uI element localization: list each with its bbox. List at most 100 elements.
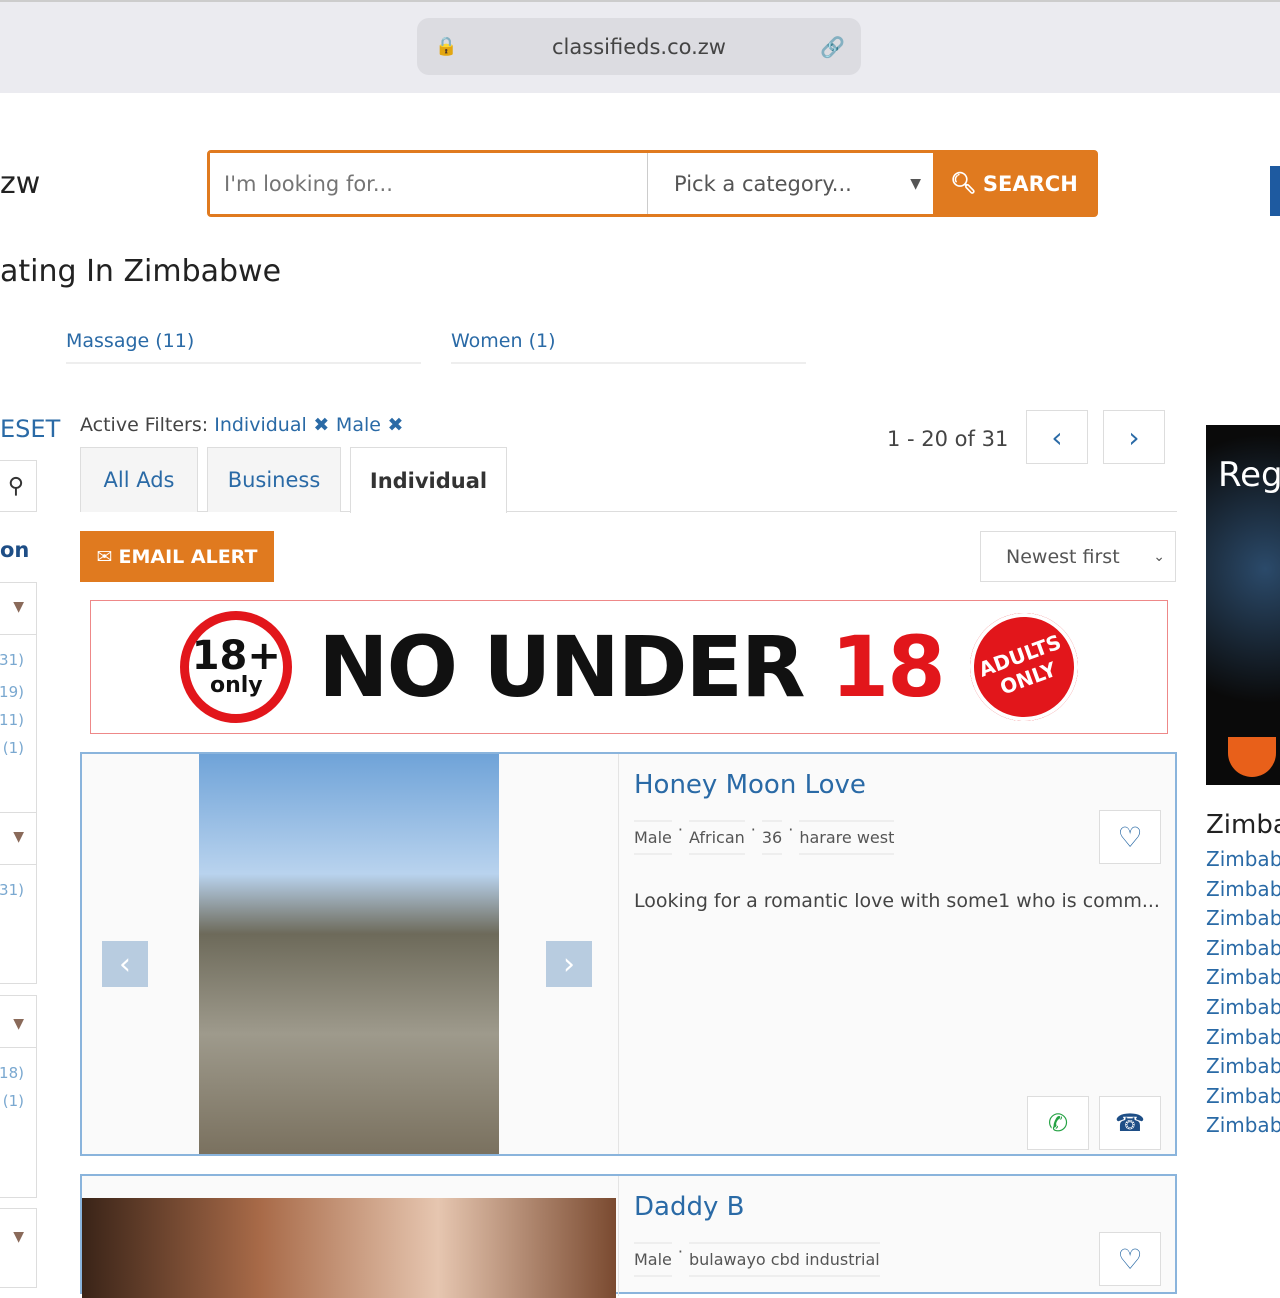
filter-chip-individual[interactable]: Individual bbox=[214, 414, 307, 436]
listing-title[interactable]: Honey Moon Love bbox=[634, 770, 866, 800]
filter-count[interactable]: (18) bbox=[0, 1064, 36, 1082]
right-link[interactable]: Zimbabw bbox=[1206, 904, 1280, 934]
listing-meta: Male · bulawayo cbd industrial bbox=[634, 1242, 880, 1277]
favorite-button[interactable]: ♡ bbox=[1099, 1232, 1161, 1286]
post-ad-button[interactable] bbox=[1270, 166, 1280, 216]
heart-icon: ♡ bbox=[1117, 1242, 1143, 1276]
right-link[interactable]: Zimbabw bbox=[1206, 934, 1280, 964]
category-value: Pick a category... bbox=[674, 171, 852, 196]
banner-text-main: NO UNDER bbox=[318, 618, 831, 716]
page-title: ating In Zimbabwe bbox=[0, 254, 282, 289]
search-label: SEARCH bbox=[982, 171, 1078, 196]
sidebar-section-title: on bbox=[0, 538, 30, 562]
envelope-icon: ✉ bbox=[96, 545, 113, 568]
tab-business[interactable]: Business bbox=[207, 447, 341, 512]
meta-gender: Male bbox=[634, 820, 672, 855]
search-icon: ⚲ bbox=[7, 473, 24, 499]
badge-number: 18+ bbox=[191, 633, 281, 679]
right-link[interactable]: Zimbabw bbox=[1206, 1023, 1280, 1053]
search-form: Pick a category... ▼ 🔍︎SEARCH bbox=[207, 150, 1098, 217]
caret-down-icon[interactable]: ▼ bbox=[0, 996, 36, 1048]
right-link[interactable]: Zimbabw bbox=[1206, 993, 1280, 1023]
call-button[interactable]: ☎ bbox=[1099, 1096, 1161, 1150]
whatsapp-icon: ✆ bbox=[1047, 1109, 1069, 1137]
url-text: classifieds.co.zw bbox=[552, 34, 726, 59]
listing-card[interactable]: ‹ › Honey Moon Love Male · African · 36 · hara… bbox=[80, 752, 1177, 1156]
next-photo-button[interactable]: › bbox=[546, 941, 592, 987]
meta-location: harare west bbox=[799, 820, 895, 855]
heart-icon: ♡ bbox=[1117, 820, 1143, 854]
listing-photo[interactable] bbox=[199, 754, 499, 1154]
right-link[interactable]: Zimbabw bbox=[1206, 1052, 1280, 1082]
right-link[interactable]: Zimbabw bbox=[1206, 875, 1280, 905]
filter-count[interactable]: (31) bbox=[0, 651, 36, 669]
listing-description: Looking for a romantic love with some1 w… bbox=[634, 890, 1160, 912]
divider bbox=[618, 754, 619, 1154]
listing-photo[interactable] bbox=[82, 1198, 616, 1298]
ad-type-tabs: All Ads Business Individual bbox=[80, 447, 1177, 513]
tab-all-ads[interactable]: All Ads bbox=[80, 447, 198, 512]
chevron-right-icon: › bbox=[563, 946, 575, 982]
listing-title[interactable]: Daddy B bbox=[634, 1192, 744, 1222]
remove-filter-icon[interactable]: ✖ bbox=[381, 414, 404, 436]
banner-text-red: 18 bbox=[830, 618, 946, 716]
address-bar[interactable]: 🔒 classifieds.co.zw 🔗 bbox=[417, 18, 861, 75]
filter-count[interactable]: (1) bbox=[0, 1092, 36, 1110]
lock-icon: 🔒 bbox=[435, 36, 458, 57]
filter-count[interactable]: (31) bbox=[0, 881, 36, 899]
sublink-massage[interactable]: Massage (11) bbox=[66, 330, 194, 352]
site-logo[interactable]: zw bbox=[0, 166, 40, 201]
link-icon[interactable]: 🔗 bbox=[820, 35, 845, 59]
sort-value: Newest first bbox=[1006, 545, 1120, 568]
filter-count[interactable]: (11) bbox=[0, 711, 36, 729]
meta-gender: Male bbox=[634, 1242, 672, 1277]
caret-down-icon: ▼ bbox=[910, 175, 921, 192]
email-alert-label: EMAIL ALERT bbox=[118, 545, 258, 568]
caret-down-icon[interactable]: ▼ bbox=[0, 1209, 36, 1245]
banner-text: NO UNDER 18 bbox=[318, 618, 946, 716]
meta-ethnicity: African bbox=[689, 820, 745, 855]
meta-age: 36 bbox=[761, 820, 783, 855]
search-icon: 🔍︎ bbox=[950, 171, 977, 195]
caret-down-icon[interactable]: ▼ bbox=[0, 583, 36, 635]
divider bbox=[618, 1176, 619, 1296]
advert-text: Reg bbox=[1218, 455, 1280, 495]
filter-group-2: ▼ (31) bbox=[0, 812, 37, 984]
phone-icon: ☎ bbox=[1115, 1109, 1145, 1137]
sidebar-advert[interactable]: Reg bbox=[1206, 425, 1280, 785]
email-alert-button[interactable]: ✉ EMAIL ALERT bbox=[80, 531, 274, 582]
search-input[interactable] bbox=[210, 153, 648, 214]
active-filters: Active Filters: Individual ✖ Male ✖ bbox=[80, 414, 403, 436]
filter-group-4: ▼ bbox=[0, 1208, 37, 1288]
age-warning-banner: 18+ only NO UNDER 18 ADULTS ONLY bbox=[90, 597, 1168, 737]
right-link-list: Zimbabw Zimbabw Zimbabw Zimbabw Zimbabw … bbox=[1206, 845, 1280, 1141]
advert-logo bbox=[1228, 737, 1276, 777]
category-select[interactable]: Pick a category... ▼ bbox=[648, 153, 933, 214]
right-link[interactable]: Zimbabw bbox=[1206, 1111, 1280, 1141]
meta-location: bulawayo cbd industrial bbox=[689, 1242, 880, 1277]
right-link[interactable]: Zimbabw bbox=[1206, 1082, 1280, 1112]
listing-card[interactable]: Daddy B Male · bulawayo cbd industrial ♡ bbox=[80, 1174, 1177, 1298]
sublink-women[interactable]: Women (1) bbox=[451, 330, 556, 352]
caret-down-icon[interactable]: ▼ bbox=[0, 813, 36, 865]
sidebar-search-button[interactable]: ⚲ bbox=[0, 460, 37, 512]
active-filters-label: Active Filters: bbox=[80, 414, 209, 436]
prev-photo-button[interactable]: ‹ bbox=[102, 941, 148, 987]
right-link[interactable]: Zimbabw bbox=[1206, 963, 1280, 993]
chevron-down-icon: ⌄ bbox=[1153, 548, 1165, 565]
tab-individual[interactable]: Individual bbox=[350, 447, 507, 513]
filter-chip-male[interactable]: Male bbox=[336, 414, 381, 436]
filter-count[interactable]: (19) bbox=[0, 683, 36, 701]
sort-select[interactable]: Newest first ⌄ bbox=[980, 531, 1176, 582]
search-button[interactable]: 🔍︎ SEARCH bbox=[933, 153, 1095, 214]
whatsapp-button[interactable]: ✆ bbox=[1027, 1096, 1089, 1150]
right-heading: Zimba bbox=[1206, 810, 1280, 840]
filter-count[interactable]: (1) bbox=[0, 739, 36, 757]
remove-filter-icon[interactable]: ✖ bbox=[307, 414, 336, 436]
favorite-button[interactable]: ♡ bbox=[1099, 810, 1161, 864]
reset-link[interactable]: ESET bbox=[0, 415, 60, 443]
18-plus-badge: 18+ only bbox=[180, 611, 293, 723]
right-link[interactable]: Zimbabw bbox=[1206, 845, 1280, 875]
adults-only-stamp: ADULTS ONLY bbox=[954, 597, 1093, 737]
chevron-left-icon: ‹ bbox=[119, 946, 131, 982]
